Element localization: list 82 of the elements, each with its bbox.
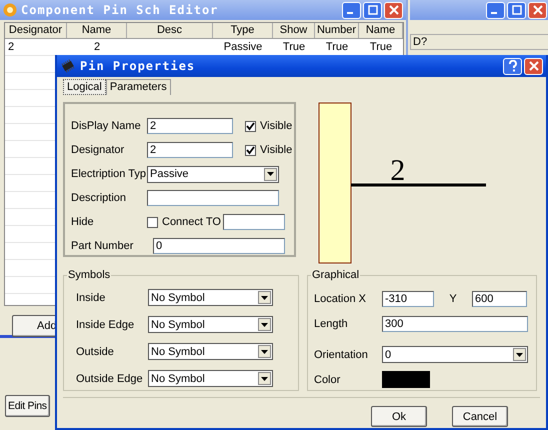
dropdown[interactable]: No Symbol bbox=[148, 343, 273, 360]
field-label: Orientation bbox=[314, 348, 369, 360]
input-field[interactable] bbox=[147, 190, 279, 206]
field-label: Part Number bbox=[71, 240, 134, 252]
checkbox[interactable] bbox=[147, 216, 158, 228]
column-header[interactable]: Name bbox=[359, 23, 403, 38]
input-field[interactable]: 2 bbox=[147, 142, 233, 158]
tab[interactable]: Parameters bbox=[106, 79, 171, 95]
field-label: Electription Typ bbox=[71, 168, 147, 180]
dropdown[interactable]: No Symbol bbox=[148, 370, 273, 387]
field-label: Outside Edge bbox=[76, 372, 144, 384]
input-field[interactable]: 600 bbox=[472, 290, 527, 306]
minimize-icon bbox=[347, 12, 353, 14]
group-title: Graphical bbox=[311, 269, 360, 281]
column-header: D? bbox=[410, 34, 548, 50]
column-header[interactable]: Designator bbox=[5, 23, 67, 38]
checkbox-label: Visible bbox=[260, 120, 292, 132]
tab[interactable]: Logical bbox=[63, 79, 106, 95]
checkbox[interactable] bbox=[245, 120, 256, 132]
field-label: Length bbox=[314, 318, 349, 330]
input-field[interactable] bbox=[222, 214, 285, 230]
field-label: Color bbox=[314, 374, 342, 386]
minimize-button[interactable] bbox=[486, 2, 505, 18]
close-button[interactable] bbox=[384, 2, 403, 18]
input-field[interactable]: 2 bbox=[147, 118, 233, 134]
field-label: Location X bbox=[314, 292, 367, 304]
minimize-button[interactable] bbox=[342, 2, 361, 18]
caret-icon bbox=[513, 348, 526, 361]
table-cell: 2 bbox=[8, 41, 14, 53]
dropdown[interactable]: 0 bbox=[382, 346, 528, 363]
close-icon bbox=[388, 5, 398, 15]
dialog-title: Pin Properties bbox=[80, 59, 196, 73]
dropdown[interactable]: Passive bbox=[147, 166, 279, 182]
column-header[interactable]: Number bbox=[315, 23, 359, 38]
edit-pins-button[interactable]: Edit Pins bbox=[5, 395, 50, 417]
input-field[interactable]: -310 bbox=[382, 290, 434, 306]
field-label: Hide bbox=[71, 216, 95, 228]
maximize-button[interactable] bbox=[363, 2, 382, 18]
column-header[interactable]: Name bbox=[67, 23, 127, 38]
table-cell: Passive bbox=[224, 41, 262, 53]
field-label: Y bbox=[448, 292, 458, 304]
close-button[interactable] bbox=[524, 58, 543, 74]
table-cell: True bbox=[282, 41, 306, 53]
minimize-icon bbox=[491, 12, 497, 14]
caret-icon bbox=[258, 345, 271, 358]
input-field[interactable]: 0 bbox=[153, 238, 285, 254]
field-label: Inside bbox=[76, 292, 106, 304]
group-title: Symbols bbox=[67, 269, 112, 281]
maximize-button[interactable] bbox=[507, 2, 526, 18]
table-cell: True bbox=[326, 41, 348, 53]
table-cell: 2 bbox=[94, 41, 100, 53]
close-button[interactable] bbox=[528, 2, 547, 18]
checkbox-label: Connect TO bbox=[162, 216, 221, 228]
field-label: DisPlay Name bbox=[71, 120, 142, 132]
color-swatch[interactable] bbox=[382, 371, 430, 388]
caret-icon bbox=[258, 372, 271, 385]
field-label: Outside bbox=[76, 346, 115, 358]
checkbox[interactable] bbox=[245, 144, 256, 156]
caret-icon bbox=[258, 291, 271, 304]
dialog-button[interactable]: Ok bbox=[371, 406, 427, 427]
close-icon bbox=[528, 61, 538, 71]
caret-icon bbox=[258, 318, 271, 331]
column-header[interactable]: Desc bbox=[127, 23, 213, 38]
field-label: Description bbox=[71, 192, 128, 204]
help-icon bbox=[508, 60, 518, 72]
close-icon bbox=[532, 5, 542, 15]
table-cell: True bbox=[370, 41, 392, 53]
help-button[interactable] bbox=[503, 58, 522, 74]
window-title: Component Pin Sch Editor bbox=[21, 3, 218, 17]
app-icon bbox=[3, 3, 17, 17]
field-label: Designator bbox=[71, 144, 126, 156]
column-header[interactable]: Type bbox=[213, 23, 273, 38]
input-field[interactable]: 300 bbox=[382, 316, 528, 332]
column-header[interactable]: Show bbox=[273, 23, 315, 38]
caret-icon bbox=[264, 168, 277, 180]
maximize-icon bbox=[512, 5, 522, 15]
dropdown[interactable]: No Symbol bbox=[148, 316, 273, 333]
maximize-icon bbox=[368, 5, 378, 15]
dropdown[interactable]: No Symbol bbox=[148, 289, 273, 306]
checkbox-label: Visible bbox=[260, 144, 292, 156]
dialog-button[interactable]: Cancel bbox=[452, 406, 508, 427]
pin-number: 2 bbox=[390, 154, 406, 188]
